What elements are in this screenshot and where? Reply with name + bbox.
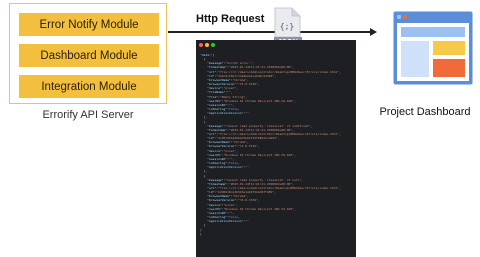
request-arrowhead xyxy=(370,27,377,36)
api-server-box: Error Notify Module Dashboard Module Int… xyxy=(9,3,167,104)
api-server-label: Errorify API Server xyxy=(42,109,134,121)
project-dashboard-label: Project Dashboard xyxy=(379,106,471,118)
integration-module: Integration Module xyxy=(19,75,159,98)
close-dot-icon xyxy=(199,43,203,47)
dashboard-module: Dashboard Module xyxy=(19,44,159,67)
request-arrow xyxy=(168,31,372,33)
error-notify-module: Error Notify Module xyxy=(19,13,159,36)
window-controls xyxy=(199,43,215,47)
http-request-label: Http Request xyxy=(196,13,265,25)
json-code-block: "data":[ { "message":"Script error.", "t… xyxy=(200,53,341,236)
json-code-window: "data":[ { "message":"Script error.", "t… xyxy=(196,40,356,257)
maximize-dot-icon xyxy=(211,43,215,47)
minimize-dot-icon xyxy=(205,43,209,47)
dashboard-illustration-icon xyxy=(393,11,473,85)
svg-text:{;}: {;} xyxy=(280,22,294,31)
code-line: } xyxy=(200,231,202,236)
